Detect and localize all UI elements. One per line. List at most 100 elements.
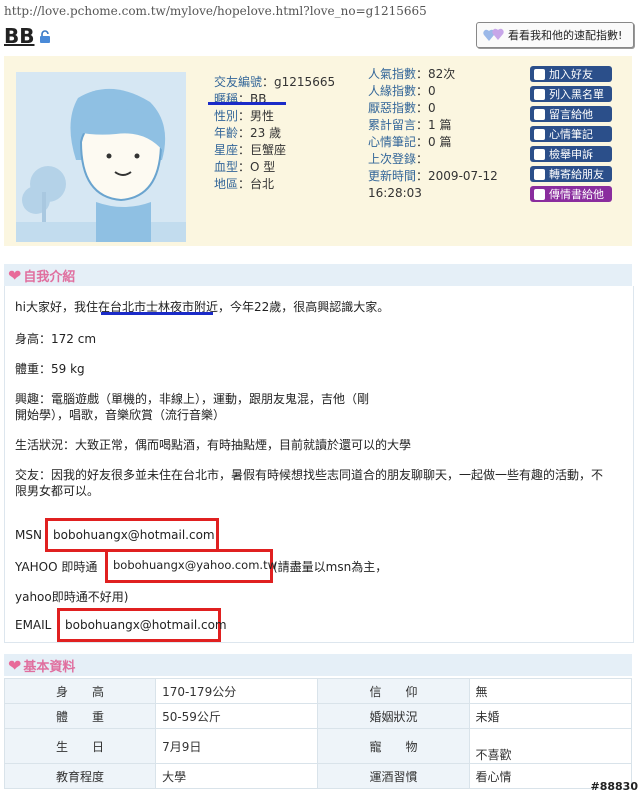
mood-notes-button[interactable]: 心情筆記 [530, 126, 612, 142]
action-label: 留言給他 [549, 108, 593, 121]
info-value: 巨蟹座 [250, 143, 287, 157]
table-value: 7月9日 [155, 728, 319, 764]
lock-icon [40, 30, 50, 43]
heart-icon: ❤ [8, 265, 22, 285]
stat-row-time: 16:28:03 [368, 185, 498, 202]
intro-weight: 體重：59 kg [15, 362, 85, 376]
info-label: 性別 [214, 109, 239, 123]
action-label: 加入好友 [549, 68, 593, 81]
avatar [16, 72, 186, 242]
intro-height: 身高：172 cm [15, 332, 97, 346]
basic-title: 基本資料 [23, 659, 76, 675]
info-gender: 性別：男性 [214, 109, 275, 123]
info-value: 23 歲 [250, 126, 282, 140]
table-key: 信 仰 [317, 678, 470, 704]
stat-value: 0 篇 [428, 135, 452, 149]
stat-row: 上次登錄： [368, 152, 429, 166]
yahoo-note-line2: yahoo即時通不好用) [15, 590, 129, 604]
stat-value: 1 篇 [428, 118, 452, 132]
info-value: 男性 [250, 109, 275, 123]
leave-message-button[interactable]: 留言給他 [530, 106, 612, 122]
action-label: 傳情書給他 [549, 188, 604, 201]
blacklist-button[interactable]: 列入黑名單 [530, 86, 612, 102]
table-value: 未婚 [468, 703, 633, 729]
action-buttons: 加入好友 列入黑名單 留言給他 心情筆記 檢舉申訴 轉寄給朋友 傳情書給他 [530, 66, 612, 206]
intro-title: 自我介紹 [23, 269, 76, 285]
table-key: 婚姻狀況 [317, 703, 470, 729]
basic-section-header: ❤ 基本資料 [4, 654, 632, 676]
love-letter-icon [534, 188, 545, 200]
stat-value: 82次 [428, 67, 456, 81]
yahoo-label: YAHOO 即時通 [15, 560, 98, 574]
heart-icon: ❤ [8, 655, 22, 675]
stat-label: 心情筆記 [368, 135, 417, 149]
speed-match-button[interactable]: 看看我和他的速配指數! [476, 22, 634, 48]
msn-label: MSN [15, 528, 42, 542]
table-value: 50-59公斤 [155, 703, 319, 729]
report-button[interactable]: 檢舉申訴 [530, 146, 612, 162]
table-key: 身 高 [3, 678, 157, 704]
star-icon [534, 148, 545, 160]
info-age: 年齡：23 歲 [214, 126, 282, 140]
table-value: 170-179公分 [155, 678, 319, 704]
info-label: 地區 [214, 177, 239, 191]
send-love-letter-button[interactable]: 傳情書給他 [530, 186, 612, 202]
stat-label: 上次登錄 [368, 152, 417, 166]
info-value: 台北 [250, 177, 275, 191]
table-key: 寵 物 [317, 728, 470, 764]
avatar-illustration [16, 72, 186, 242]
add-friend-button[interactable]: 加入好友 [530, 66, 612, 82]
stat-label: 厭惡指數 [368, 101, 417, 115]
stat-row: 人氣指數：82次 [368, 67, 456, 81]
stat-row: 心情筆記：0 篇 [368, 135, 452, 149]
info-label: 星座 [214, 143, 239, 157]
user-block-icon [534, 88, 545, 100]
stat-label: 累計留言 [368, 118, 417, 132]
stat-value: 0 [428, 101, 436, 115]
yahoo-note: (請盡量以msn為主， [273, 560, 388, 574]
action-label: 轉寄給朋友 [549, 168, 604, 181]
info-member-id: 交友編號：g1215665 [214, 75, 336, 89]
mail-icon [534, 168, 545, 180]
stat-label: 更新時間 [368, 169, 417, 183]
msn-address[interactable]: bobohuangx@hotmail.com [53, 528, 215, 542]
stat-value: 2009-07-12 [428, 169, 498, 183]
intro-friends-line1: 交友：因我的好友很多並未住在台北市，暑假有時候想找些志同道合的朋友聊聊天，一起做… [15, 468, 604, 482]
forward-button[interactable]: 轉寄給朋友 [530, 166, 612, 182]
table-row: 體 重 50-59公斤 婚姻狀況 未婚 [3, 703, 633, 729]
intro-section: hi大家好，我住在台北市士林夜市附近，今年22歲，很高興認識大家。 身高：172… [4, 286, 634, 643]
intro-section-header: ❤ 自我介紹 [4, 264, 632, 286]
table-key: 教育程度 [3, 763, 157, 789]
profile-name: BB [4, 24, 35, 48]
stat-label: 人緣指數 [368, 84, 417, 98]
info-value: O 型 [250, 160, 276, 174]
table-row: 教育程度 大學 運酒習慣 看心情 [3, 763, 633, 789]
info-label: 交友編號 [214, 75, 263, 89]
table-row: 身 高 170-179公分 信 仰 無 [3, 678, 633, 704]
table-key: 運酒習慣 [317, 763, 470, 789]
stat-row: 累計留言：1 篇 [368, 118, 452, 132]
table-row: 生 日 7月9日 寵 物 不喜歡 [3, 728, 633, 764]
intro-hobby-line2: 開始學），唱歌，音樂欣賞（流行音樂） [15, 408, 226, 422]
stat-value: 16:28:03 [368, 186, 422, 200]
email-address[interactable]: bobohuangx@hotmail.com [65, 618, 227, 632]
intro-life: 生活狀況：大致正常，偶而喝點酒，有時抽點煙，目前就讀於還可以的大學 [15, 438, 412, 452]
yahoo-address[interactable]: bobohuangx@yahoo.com.tw [113, 558, 277, 572]
profile-panel: 交友編號：g1215665 暱稱：BB 性別：男性 年齡：23 歲 星座：巨蟹座… [4, 56, 632, 246]
pencil-icon [534, 128, 545, 140]
info-blood-type: 血型：O 型 [214, 160, 276, 174]
info-region: 地區：台北 [214, 177, 275, 191]
stat-row: 人緣指數：0 [368, 84, 436, 98]
table-key: 體 重 [3, 703, 157, 729]
info-label: 年齡 [214, 126, 239, 140]
info-nickname: 暱稱：BB [214, 92, 267, 106]
stat-label: 人氣指數 [368, 67, 417, 81]
nickname-underline [208, 102, 286, 105]
table-value: 大學 [155, 763, 319, 789]
table-value: 無 [468, 678, 633, 704]
intro-hobby-line1: 興趣：電腦遊戲（單機的，非線上），運動，跟朋友鬼混，吉他（剛 [15, 392, 370, 406]
table-value: 不喜歡 [468, 728, 633, 764]
action-label: 列入黑名單 [549, 88, 604, 101]
email-label: EMAIL [15, 618, 52, 632]
action-label: 心情筆記 [549, 128, 593, 141]
